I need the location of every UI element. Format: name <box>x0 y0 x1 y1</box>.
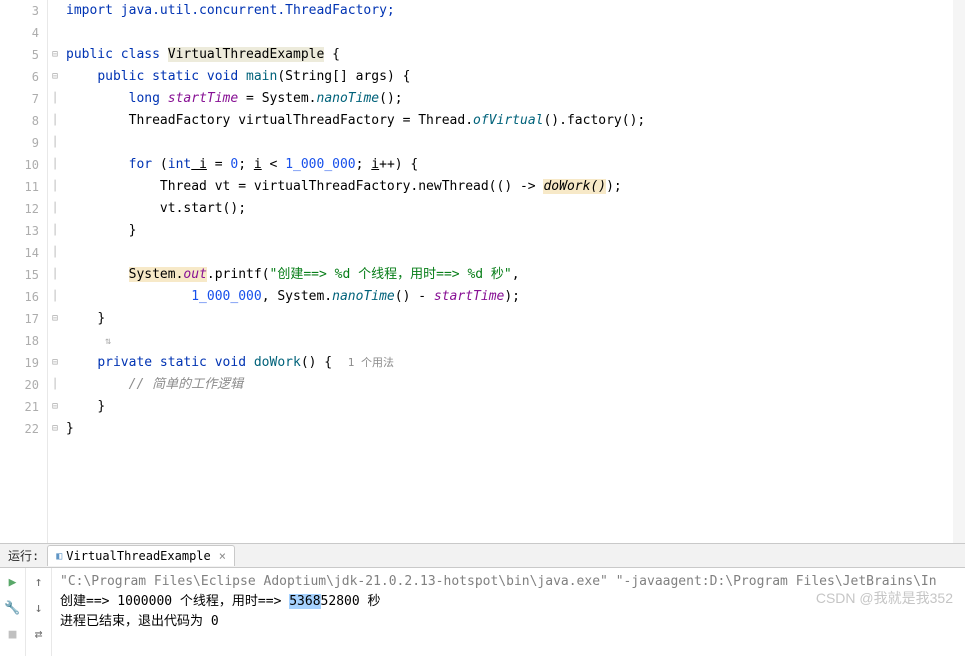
line-number[interactable]: 4 <box>0 22 39 44</box>
rerun-button[interactable]: ▶ <box>3 572 23 592</box>
console-command-line: "C:\Program Files\Eclipse Adoptium\jdk-2… <box>60 572 957 592</box>
code-editor[interactable]: import java.util.concurrent.ThreadFactor… <box>62 0 965 543</box>
editor-pane: 3 4 ▶5 ▶6 7 8 9 10 11 12 13 14 15 16 17 … <box>0 0 965 543</box>
line-number[interactable]: 17 <box>0 308 39 330</box>
line-number[interactable]: 11 <box>0 176 39 198</box>
line-number-gutter[interactable]: 3 4 ▶5 ▶6 7 8 9 10 11 12 13 14 15 16 17 … <box>0 0 48 543</box>
line-number[interactable]: 16 <box>0 286 39 308</box>
run-panel-header: 运行: ◧ VirtualThreadExample × <box>0 544 965 568</box>
java-file-icon: ◧ <box>56 551 62 562</box>
soft-wrap-button[interactable]: ⇄ <box>29 624 49 644</box>
line-number[interactable]: 7 <box>0 88 39 110</box>
fold-column[interactable]: ⊟ ⊟ │ │ │ │ │ │ │ │ │ │ ⊟ ⊟ │ ⊟ ⊟ <box>48 0 62 543</box>
line-number[interactable]: 22 <box>0 418 39 440</box>
run-config-name: VirtualThreadExample <box>66 549 211 563</box>
selected-text: 5368 <box>289 594 320 609</box>
console-output-line: 创建==> 1000000 个线程，用时==> 536852800 秒 <box>60 592 957 612</box>
run-toolbar-secondary: ↑ ↓ ⇄ <box>26 568 52 656</box>
run-config-tab[interactable]: ◧ VirtualThreadExample × <box>47 545 235 566</box>
scroll-up-button[interactable]: ↑ <box>29 572 49 592</box>
run-toolbar-primary: ▶ 🔧 ■ <box>0 568 26 656</box>
stop-button[interactable]: ■ <box>3 624 23 644</box>
fold-icon[interactable]: ⊟ <box>48 396 62 418</box>
fold-icon[interactable]: ⊟ <box>48 308 62 330</box>
settings-button[interactable]: 🔧 <box>3 598 23 618</box>
run-panel-label: 运行: <box>0 547 47 564</box>
line-number[interactable]: 13 <box>0 220 39 242</box>
vertical-scrollbar[interactable] <box>953 0 965 543</box>
usage-hint[interactable]: 1 个用法 <box>348 356 394 369</box>
scroll-down-button[interactable]: ↓ <box>29 598 49 618</box>
line-number[interactable]: 15 <box>0 264 39 286</box>
fold-icon[interactable]: ⊟ <box>48 44 62 66</box>
line-number[interactable]: 19 <box>0 352 39 374</box>
line-number[interactable]: ▶6 <box>0 66 39 88</box>
line-number[interactable]: 10 <box>0 154 39 176</box>
line-number[interactable]: 3 <box>0 0 39 22</box>
close-icon[interactable]: × <box>219 549 226 563</box>
fold-icon[interactable]: ⊟ <box>48 352 62 374</box>
class-name: VirtualThreadExample <box>168 47 325 62</box>
line-number[interactable]: 20 <box>0 374 39 396</box>
line-number[interactable]: 21 <box>0 396 39 418</box>
console-exit-line: 进程已结束，退出代码为 0 <box>60 612 957 632</box>
line-number[interactable]: 9 <box>0 132 39 154</box>
line-number[interactable]: 14 <box>0 242 39 264</box>
line-number[interactable]: 8 <box>0 110 39 132</box>
run-panel: 运行: ◧ VirtualThreadExample × ▶ 🔧 ■ ↑ ↓ ⇄… <box>0 544 965 656</box>
line-number[interactable]: ▶5 <box>0 44 39 66</box>
console-output[interactable]: "C:\Program Files\Eclipse Adoptium\jdk-2… <box>52 568 965 656</box>
fold-icon[interactable]: ⊟ <box>48 418 62 440</box>
line-number[interactable]: 18 <box>0 330 39 352</box>
fold-icon[interactable]: ⊟ <box>48 66 62 88</box>
line-number[interactable]: 12 <box>0 198 39 220</box>
